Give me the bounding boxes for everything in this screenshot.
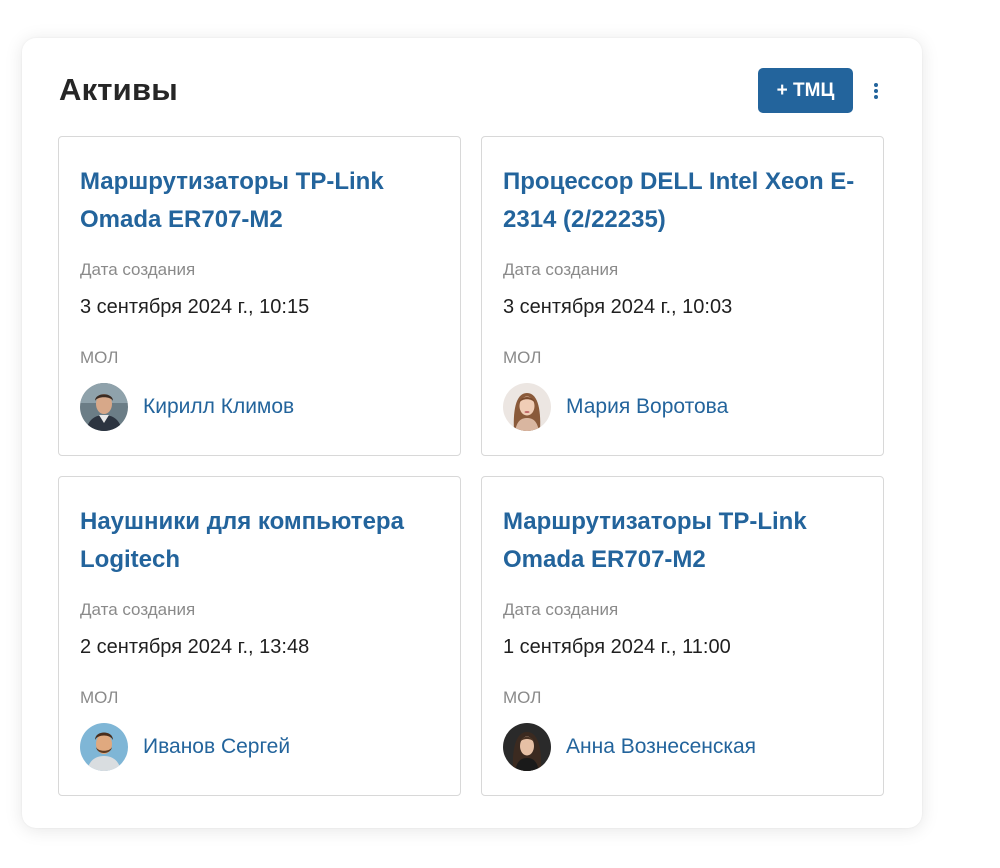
assets-grid: Маршрутизаторы TP-Link Omada ER707-M2 Да… (58, 136, 884, 796)
mol-person[interactable]: Кирилл Климов (80, 383, 439, 431)
assets-panel: Активы + ТМЦ Маршрутизаторы TP-Link Omad… (22, 38, 922, 828)
add-asset-button[interactable]: + ТМЦ (758, 68, 853, 113)
asset-title-link[interactable]: Наушники для компьютера Logitech (80, 503, 439, 579)
asset-title-link[interactable]: Процессор DELL Intel Xeon E-2314 (2/2223… (503, 163, 862, 239)
date-label: Дата создания (503, 260, 619, 279)
person-name: Мария Воротова (566, 395, 729, 418)
mol-label: МОЛ (80, 348, 119, 367)
mol-person[interactable]: Иванов Сергей (80, 723, 439, 771)
person-name: Кирилл Климов (143, 395, 295, 418)
date-label: Дата создания (503, 600, 619, 619)
person-name: Анна Вознесенская (566, 735, 757, 758)
avatar (503, 723, 551, 771)
mol-person[interactable]: Мария Воротова (503, 383, 862, 431)
asset-card: Наушники для компьютера Logitech Дата со… (58, 476, 461, 796)
asset-title-link[interactable]: Маршрутизаторы TP-Link Omada ER707-M2 (503, 503, 862, 579)
asset-card: Маршрутизаторы TP-Link Omada ER707-M2 Да… (58, 136, 461, 456)
mol-label: МОЛ (503, 688, 542, 707)
asset-card: Процессор DELL Intel Xeon E-2314 (2/2223… (481, 136, 884, 456)
asset-card: Маршрутизаторы TP-Link Omada ER707-M2 Да… (481, 476, 884, 796)
mol-label: МОЛ (80, 688, 119, 707)
mol-person[interactable]: Анна Вознесенская (503, 723, 862, 771)
date-value: 1 сентября 2024 г., 11:00 (503, 636, 731, 658)
asset-title-link[interactable]: Маршрутизаторы TP-Link Omada ER707-M2 (80, 163, 439, 239)
more-vertical-icon (874, 83, 878, 99)
panel-title: Активы (59, 72, 178, 107)
person-name: Иванов Сергей (143, 735, 291, 758)
date-value: 3 сентября 2024 г., 10:03 (503, 296, 733, 318)
mol-label: МОЛ (503, 348, 542, 367)
avatar (503, 383, 551, 431)
date-label: Дата создания (80, 600, 196, 619)
more-options-button[interactable] (865, 76, 887, 106)
avatar (80, 723, 128, 771)
avatar (80, 383, 128, 431)
date-value: 3 сентября 2024 г., 10:15 (80, 296, 310, 318)
date-label: Дата создания (80, 260, 196, 279)
date-value: 2 сентября 2024 г., 13:48 (80, 636, 310, 658)
